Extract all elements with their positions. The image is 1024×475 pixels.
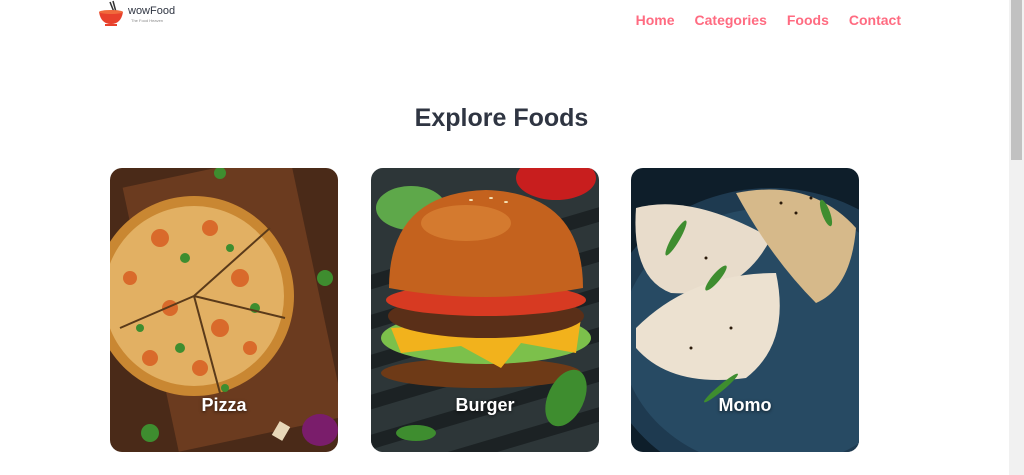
scrollbar-thumb[interactable] — [1011, 0, 1022, 160]
logo[interactable]: wowFood The Food Heaven — [96, 0, 196, 30]
nav-foods[interactable]: Foods — [787, 12, 829, 28]
section-heading: Explore Foods — [414, 104, 589, 132]
category-title-pizza: Pizza — [201, 395, 247, 415]
category-card-pizza[interactable]: Pizza — [110, 168, 338, 452]
page-scrollbar[interactable] — [1009, 0, 1024, 475]
brand-name: wowFood — [128, 5, 176, 17]
page: wowFood The Food Heaven Home Categories … — [0, 0, 1024, 475]
category-card-momo[interactable]: Momo — [631, 168, 859, 452]
nav-categories[interactable]: Categories — [695, 12, 767, 28]
food-bowl-icon — [99, 0, 123, 26]
category-card-burger[interactable]: Burger — [371, 168, 599, 452]
category-title-burger: Burger — [455, 395, 515, 415]
nav-home[interactable]: Home — [636, 12, 675, 28]
brand-tagline: The Food Heaven — [131, 18, 164, 23]
category-title-momo: Momo — [718, 395, 772, 415]
main-menu: Home Categories Foods Contact — [636, 12, 901, 28]
navbar: wowFood The Food Heaven Home Categories … — [0, 0, 1009, 42]
nav-contact[interactable]: Contact — [849, 12, 901, 28]
